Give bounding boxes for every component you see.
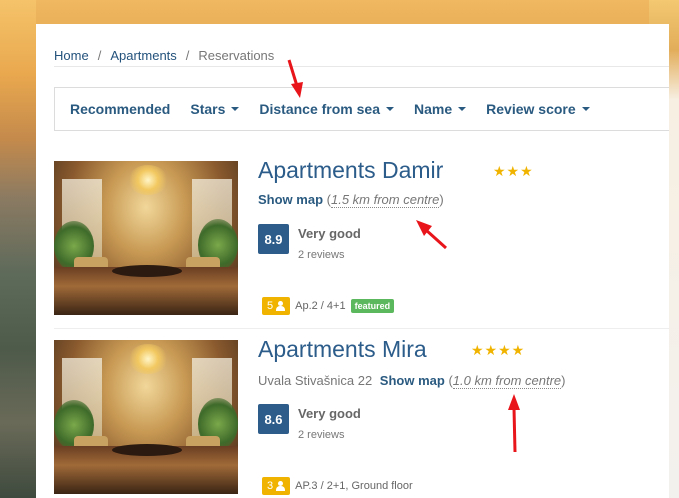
caret-down-icon	[458, 107, 467, 111]
review-score-badge: 8.9	[258, 224, 289, 254]
star-rating-icon: ★★★	[493, 163, 534, 179]
sort-review-score-label: Review score	[486, 101, 576, 117]
show-map-link[interactable]: Show map	[380, 373, 445, 388]
sort-distance-dropdown[interactable]: Distance from sea	[259, 101, 394, 117]
breadcrumb-divider	[54, 66, 669, 67]
distance-info: (1.5 km from centre)	[327, 192, 444, 208]
guest-count: 3	[267, 480, 274, 492]
review-score-badge: 8.6	[258, 404, 289, 434]
unit-info: 3 AP.3 / 2+1, Ground floor	[262, 477, 413, 495]
rating-label: Very good	[298, 226, 361, 241]
listing-location: Uvala Stivašnica 22 Show map (1.0 km fro…	[258, 373, 566, 389]
distance-info: (1.0 km from centre)	[448, 373, 566, 389]
review-count: 2 reviews	[298, 429, 345, 441]
caret-down-icon	[581, 107, 590, 111]
guest-count: 5	[267, 300, 274, 312]
sort-bar: Recommended Stars Distance from sea Name…	[54, 87, 669, 131]
guest-capacity-badge: 5	[262, 297, 291, 315]
sort-recommended[interactable]: Recommended	[70, 101, 170, 117]
distance-text: 1.0 km from centre	[452, 373, 562, 389]
breadcrumb: Home / Apartments / Reservations	[54, 48, 274, 63]
breadcrumb-home[interactable]: Home	[54, 48, 89, 63]
breadcrumb-current: Reservations	[198, 48, 275, 63]
breadcrumb-separator: /	[97, 48, 102, 63]
sort-name-dropdown[interactable]: Name	[414, 101, 467, 117]
sort-recommended-label: Recommended	[70, 101, 171, 117]
guest-capacity-badge: 3	[262, 477, 291, 495]
caret-down-icon	[386, 107, 394, 111]
listing-divider	[54, 328, 669, 329]
sort-stars-dropdown[interactable]: Stars	[190, 101, 240, 117]
person-icon	[276, 481, 286, 491]
listing-location: Show map (1.5 km from centre)	[258, 192, 444, 208]
sort-stars-label: Stars	[190, 101, 226, 117]
background-photo-left	[0, 0, 36, 498]
person-icon	[276, 301, 286, 311]
distance-close-paren: )	[561, 373, 566, 388]
listing-thumbnail[interactable]	[54, 161, 238, 315]
listing-thumbnail[interactable]	[54, 340, 238, 494]
breadcrumb-separator: /	[185, 48, 190, 63]
breadcrumb-apartments[interactable]: Apartments	[110, 48, 176, 63]
star-rating-icon: ★★★★	[471, 342, 526, 358]
featured-badge: featured	[350, 299, 395, 313]
listing-address: Uvala Stivašnica 22	[258, 373, 373, 388]
sort-distance-label: Distance from sea	[259, 101, 380, 117]
review-count: 2 reviews	[298, 249, 345, 261]
sort-review-score-dropdown[interactable]: Review score	[486, 101, 590, 117]
listing-title[interactable]: Apartments Damir	[258, 157, 443, 184]
unit-label: Ap.2 / 4+1	[295, 300, 346, 312]
unit-label: AP.3 / 2+1, Ground floor	[295, 480, 413, 492]
rating-label: Very good	[298, 406, 361, 421]
results-panel: Home / Apartments / Reservations Recomme…	[36, 24, 669, 498]
distance-close-paren: )	[439, 192, 444, 207]
listing-title[interactable]: Apartments Mira	[258, 336, 427, 363]
unit-info: 5 Ap.2 / 4+1 featured	[262, 297, 395, 315]
sort-name-label: Name	[414, 101, 453, 117]
show-map-link[interactable]: Show map	[258, 192, 323, 207]
caret-down-icon	[231, 107, 240, 111]
distance-text: 1.5 km from centre	[330, 192, 440, 208]
